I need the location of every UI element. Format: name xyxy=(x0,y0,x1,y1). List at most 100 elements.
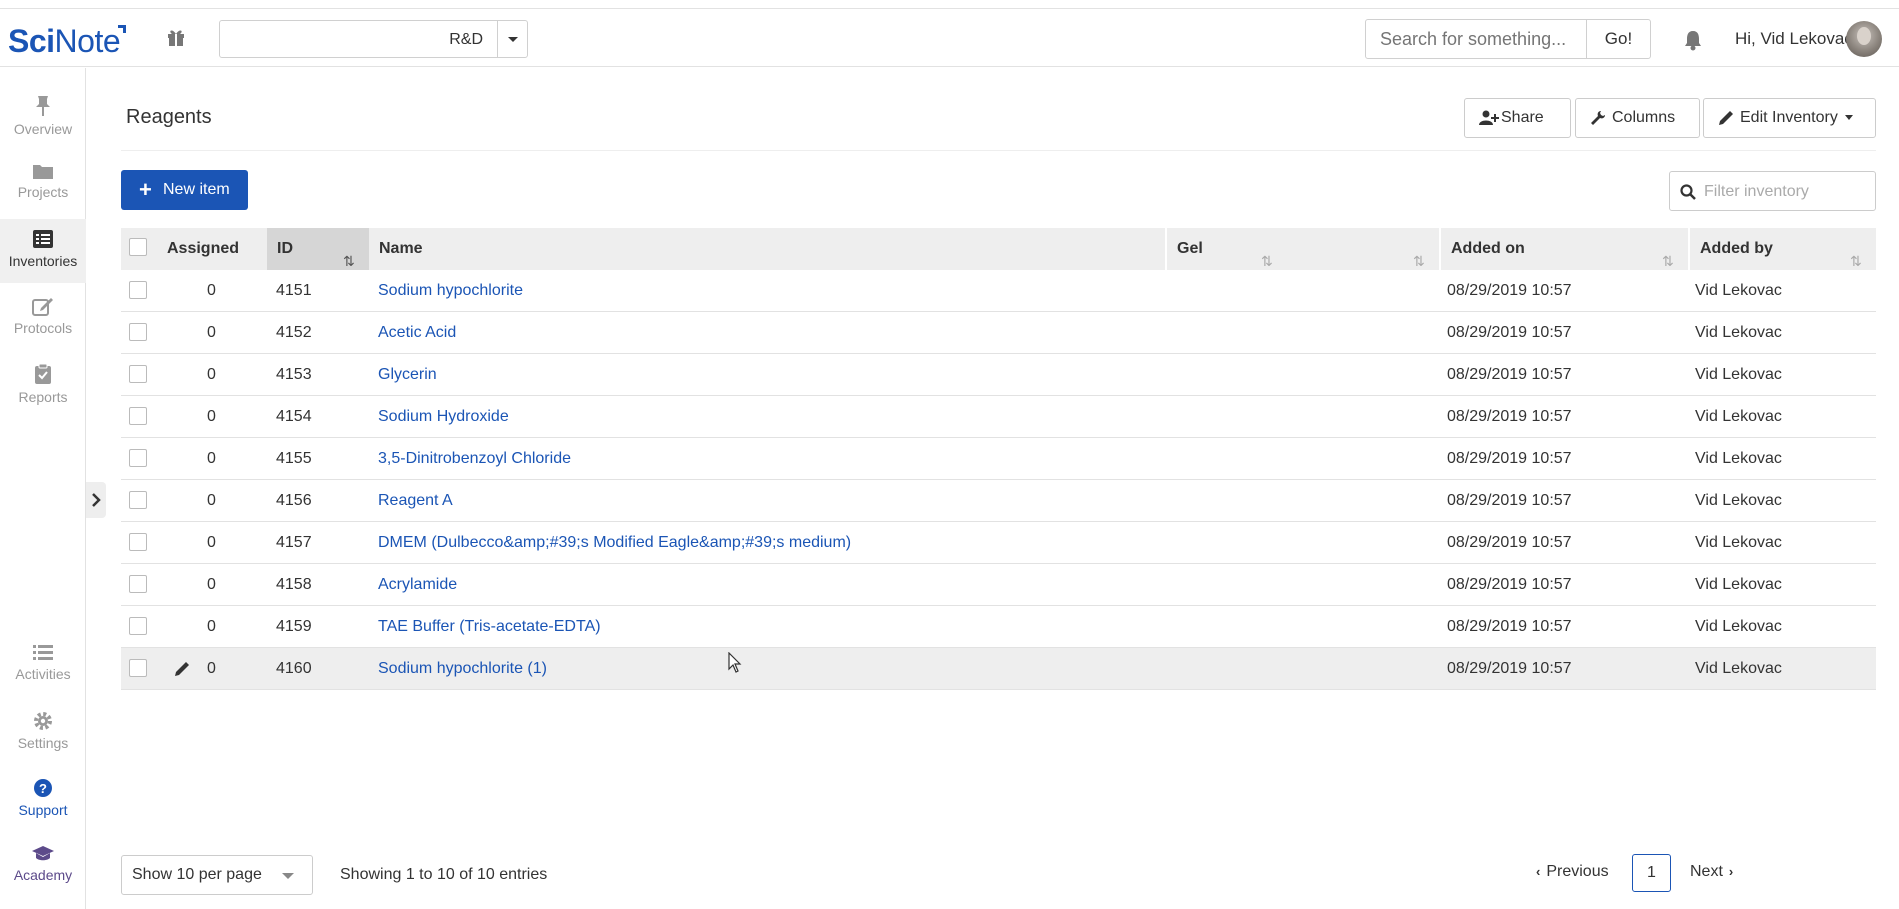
cell-added-on: 08/29/2019 10:57 xyxy=(1447,450,1572,467)
row-checkbox[interactable] xyxy=(129,323,147,341)
user-plus-icon xyxy=(1479,110,1499,125)
new-item-button[interactable]: + New item xyxy=(121,170,248,210)
page-number-button[interactable]: 1 xyxy=(1632,854,1671,892)
table-row[interactable]: 0 4154 Sodium Hydroxide 08/29/2019 10:57 Vid… xyxy=(121,396,1876,438)
column-header-added-on[interactable]: Added on ⇅ xyxy=(1441,228,1688,270)
row-checkbox[interactable] xyxy=(129,617,147,635)
column-header-name[interactable]: Name ⇅ xyxy=(369,228,1287,270)
top-edge xyxy=(0,0,1899,9)
question-circle-icon: ? xyxy=(34,779,52,797)
cell-name-link[interactable]: Sodium Hydroxide xyxy=(378,396,509,437)
column-header-id[interactable]: ID ⇅ xyxy=(267,228,369,270)
table-row[interactable]: 0 4152 Acetic Acid 08/29/2019 10:57 Vid Leko… xyxy=(121,312,1876,354)
row-checkbox[interactable] xyxy=(129,575,147,593)
cell-id: 4159 xyxy=(276,618,312,635)
row-checkbox[interactable] xyxy=(129,659,147,677)
cell-added-by: Vid Lekovac xyxy=(1695,366,1782,383)
column-header-gel[interactable]: Gel ⇅ xyxy=(1167,228,1439,270)
filter-inventory-input[interactable]: Filter inventory xyxy=(1669,171,1876,211)
cell-added-on: 08/29/2019 10:57 xyxy=(1447,324,1572,341)
sidebar-item-settings[interactable]: Settings xyxy=(0,701,86,765)
chevron-down-icon[interactable] xyxy=(497,21,527,57)
user-greeting[interactable]: Hi, Vid Lekovac xyxy=(1735,29,1853,49)
column-label: Added on xyxy=(1451,240,1525,257)
chevron-right-icon: › xyxy=(1728,864,1734,879)
columns-button[interactable]: Columns xyxy=(1575,98,1700,138)
sidebar-item-label: Inventories xyxy=(8,253,78,269)
logo-note: Note xyxy=(54,23,121,59)
cell-added-by: Vid Lekovac xyxy=(1695,450,1782,467)
avatar[interactable] xyxy=(1846,21,1882,57)
cell-name-link[interactable]: Acrylamide xyxy=(378,564,457,605)
row-checkbox[interactable] xyxy=(129,491,147,509)
clipboard-check-icon xyxy=(35,363,51,384)
row-checkbox[interactable] xyxy=(129,281,147,299)
table-row[interactable]: 0 4155 3,5-Dinitrobenzoyl Chloride 08/29/20… xyxy=(121,438,1876,480)
next-page-button[interactable]: Next › xyxy=(1690,863,1733,881)
sidebar-item-activities[interactable]: Activities xyxy=(0,634,86,698)
graduation-cap-icon xyxy=(32,846,54,861)
sidebar-toggle-button[interactable] xyxy=(86,482,106,518)
share-button[interactable]: Share xyxy=(1464,98,1571,138)
team-switcher[interactable]: R&D xyxy=(219,20,528,58)
cell-added-by: Vid Lekovac xyxy=(1695,408,1782,425)
cell-id: 4151 xyxy=(276,282,312,299)
sidebar-item-reports[interactable]: Reports xyxy=(0,353,86,417)
cell-assigned: 0 xyxy=(207,282,216,299)
table-row[interactable]: 0 4156 Reagent A 08/29/2019 10:57 Vid Lekova… xyxy=(121,480,1876,522)
filter-placeholder: Filter inventory xyxy=(1704,183,1809,200)
cell-name-link[interactable]: Acetic Acid xyxy=(378,312,456,353)
sidebar-item-academy[interactable]: Academy xyxy=(0,835,86,899)
row-checkbox[interactable] xyxy=(129,533,147,551)
per-page-select[interactable]: Show 10 per page xyxy=(121,855,313,895)
cell-name-link[interactable]: Reagent A xyxy=(378,480,453,521)
column-label: Name xyxy=(379,240,423,257)
column-header-added-by[interactable]: Added by ⇅ xyxy=(1690,228,1876,270)
table-row[interactable]: 0 4157 DMEM (Dulbecco&amp;#39;s Modified E… xyxy=(121,522,1876,564)
sidebar: Overview Projects Inventories Protocols … xyxy=(0,68,86,909)
cell-assigned: 0 xyxy=(207,366,216,383)
sidebar-item-overview[interactable]: Overview xyxy=(0,85,86,149)
previous-page-button[interactable]: ‹ Previous xyxy=(1536,863,1609,881)
pencil-icon[interactable] xyxy=(174,661,190,677)
columns-label: Columns xyxy=(1612,109,1676,126)
column-label: Gel xyxy=(1177,240,1203,257)
search-go-button[interactable]: Go! xyxy=(1586,19,1651,59)
chevron-left-icon: ‹ xyxy=(1536,864,1541,879)
global-search-input[interactable] xyxy=(1365,19,1587,59)
new-item-label: New item xyxy=(163,181,230,198)
cell-name-link[interactable]: Glycerin xyxy=(378,354,437,395)
cell-assigned: 0 xyxy=(207,450,216,467)
cell-name-link[interactable]: TAE Buffer (Tris-acetate-EDTA) xyxy=(378,606,601,647)
table-row[interactable]: 0 4158 Acrylamide 08/29/2019 10:57 Vid Lekov… xyxy=(121,564,1876,606)
mouse-cursor-icon xyxy=(728,652,742,673)
sidebar-item-inventories[interactable]: Inventories xyxy=(0,219,86,283)
sidebar-item-support[interactable]: ? Support xyxy=(0,768,86,832)
sidebar-item-label: Protocols xyxy=(13,320,73,336)
top-navbar: SciNote R&D Go! Hi, Vid Lekovac xyxy=(0,9,1899,67)
cell-name-link[interactable]: DMEM (Dulbecco&amp;#39;s Modified Eagle&… xyxy=(378,522,851,563)
table-row[interactable]: 0 4153 Glycerin 08/29/2019 10:57 Vid Lekovac xyxy=(121,354,1876,396)
cell-name-link[interactable]: Sodium hypochlorite (1) xyxy=(378,648,547,689)
sidebar-item-label: Projects xyxy=(17,184,69,200)
cell-name-link[interactable]: Sodium hypochlorite xyxy=(378,270,523,311)
sidebar-item-protocols[interactable]: Protocols xyxy=(0,286,86,350)
chevron-right-icon xyxy=(92,493,101,507)
table-row[interactable]: 0 4160 Sodium hypochlorite (1) 08/29/2019 1… xyxy=(121,648,1876,690)
table-row[interactable]: 0 4159 TAE Buffer (Tris-acetate-EDTA) 08/29… xyxy=(121,606,1876,648)
gift-icon[interactable] xyxy=(166,27,186,47)
bell-icon[interactable] xyxy=(1683,29,1703,51)
sidebar-item-projects[interactable]: Projects xyxy=(0,152,86,216)
scinote-logo[interactable]: SciNote xyxy=(8,23,127,60)
row-checkbox[interactable] xyxy=(129,449,147,467)
sidebar-item-label: Reports xyxy=(18,389,68,405)
table-row[interactable]: 0 4151 Sodium hypochlorite 08/29/2019 10:57… xyxy=(121,270,1876,312)
column-label: ID xyxy=(277,240,293,257)
row-checkbox[interactable] xyxy=(129,407,147,425)
cell-assigned: 0 xyxy=(207,492,216,509)
team-name: R&D xyxy=(449,31,483,48)
cell-name-link[interactable]: 3,5-Dinitrobenzoyl Chloride xyxy=(378,438,571,479)
select-all-checkbox[interactable] xyxy=(129,238,147,256)
edit-inventory-dropdown[interactable]: Edit Inventory xyxy=(1703,98,1876,138)
row-checkbox[interactable] xyxy=(129,365,147,383)
